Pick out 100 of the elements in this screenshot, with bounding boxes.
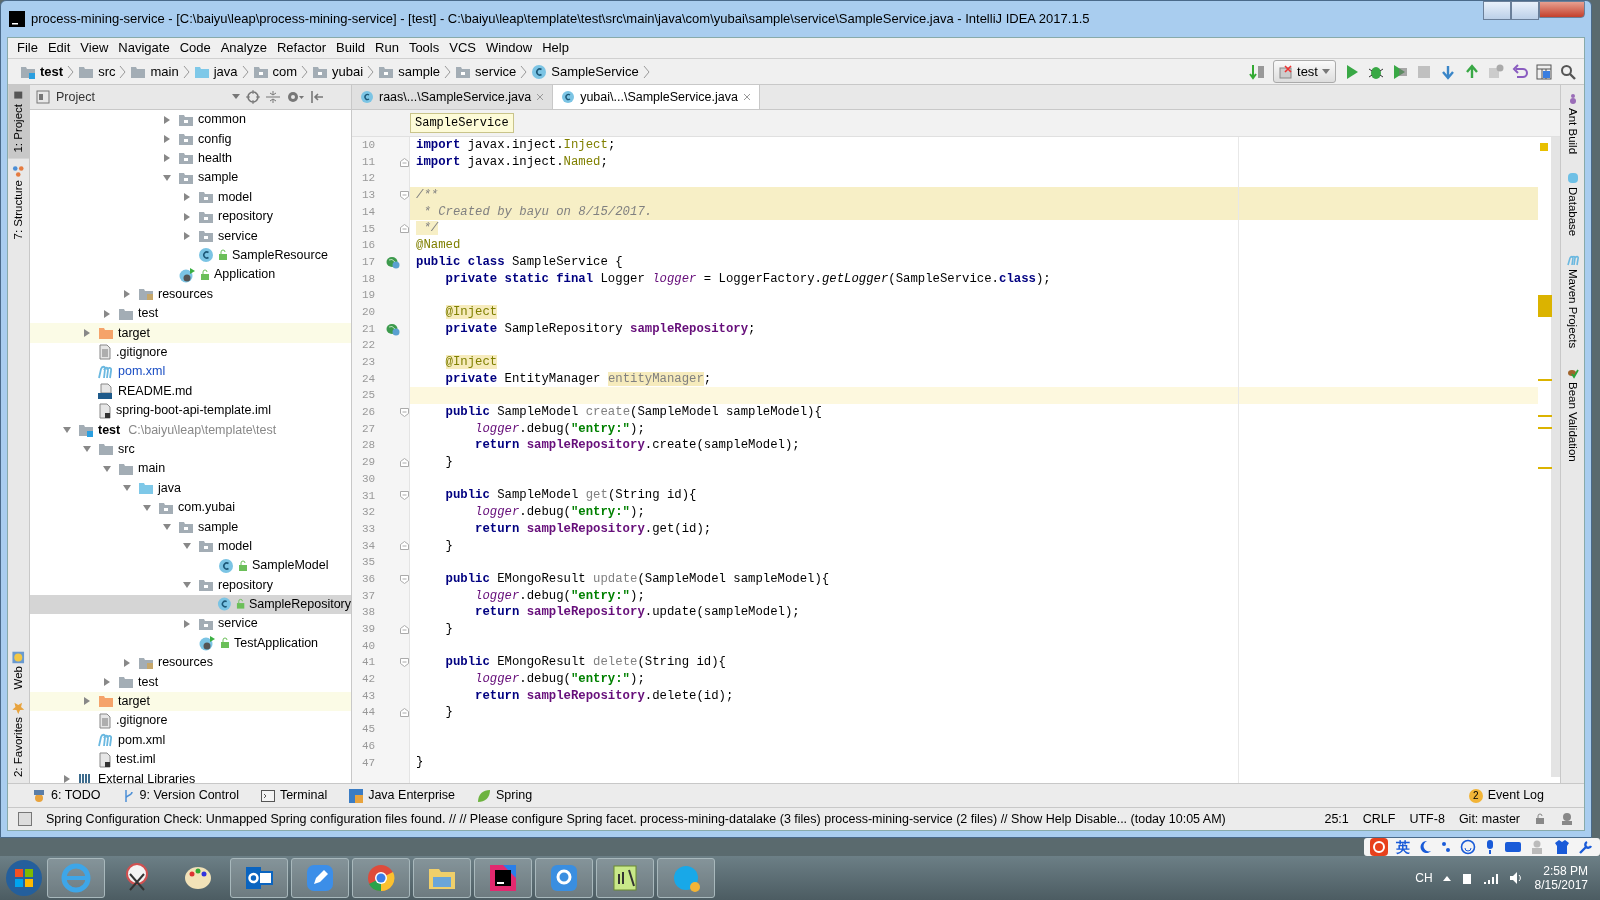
tool-window-tab[interactable]: 6: TODO [32, 786, 101, 805]
expand-arrow-icon[interactable] [182, 231, 192, 242]
chrome-ball-icon[interactable] [365, 862, 397, 894]
vcs-branch-selector[interactable]: Git: master [1458, 809, 1520, 829]
undo-icon[interactable] [1512, 63, 1528, 80]
tool-window-tab[interactable]: 7: Structure [8, 158, 30, 246]
tool-window-tab[interactable]: 1: Project [8, 85, 30, 159]
menu-item[interactable]: VCS [444, 38, 481, 58]
fold-marker-icon[interactable] [400, 407, 409, 417]
taskbar-button[interactable] [474, 858, 532, 898]
expand-arrow-icon[interactable] [102, 308, 112, 319]
menu-item[interactable]: Help [537, 38, 574, 58]
expand-arrow-icon[interactable] [182, 192, 192, 203]
shirt-icon[interactable] [1554, 839, 1570, 855]
tree-item[interactable]: src [30, 439, 351, 460]
moon-icon[interactable] [1418, 840, 1432, 854]
fold-marker-icon[interactable] [400, 658, 409, 668]
tree-item[interactable]: sample [30, 517, 351, 537]
tree-item[interactable]: repository [30, 206, 351, 227]
collapse-arrow-icon[interactable] [162, 172, 172, 183]
tree-item[interactable]: main [30, 459, 351, 479]
hide-panel-icon[interactable] [310, 90, 324, 104]
collapse-arrow-icon[interactable] [102, 463, 112, 474]
tree-item[interactable]: .gitignore [30, 711, 351, 731]
tree-item[interactable]: common [30, 110, 351, 130]
tree-item[interactable]: java [30, 478, 351, 498]
menu-item[interactable]: Tools [403, 38, 445, 58]
down-arrow-icon[interactable] [1440, 63, 1456, 80]
tree-item[interactable]: service [30, 226, 351, 246]
smiley-icon[interactable] [1460, 839, 1476, 855]
fold-marker-icon[interactable] [400, 541, 409, 551]
taskbar-button[interactable] [596, 858, 654, 898]
line-separator-selector[interactable]: CRLF [1362, 809, 1396, 829]
tree-item[interactable]: service [30, 614, 351, 634]
expand-arrow-icon[interactable] [162, 114, 172, 125]
minimize-button[interactable] [1483, 1, 1511, 20]
maximize-button[interactable] [1511, 1, 1539, 20]
tree-item[interactable]: test.iml [30, 749, 351, 770]
collapse-all-icon[interactable] [266, 90, 280, 104]
tree-item[interactable]: repository [30, 575, 351, 595]
menu-item[interactable]: Edit [42, 38, 76, 58]
editor-tab[interactable]: raas\...\SampleService.java [352, 85, 554, 109]
tool-window-tab[interactable]: 2 Event Log [1468, 786, 1544, 805]
bean-icon[interactable] [385, 321, 400, 336]
bean-icon[interactable] [385, 255, 400, 270]
tree-item[interactable]: SampleRepository [30, 594, 351, 615]
close-icon[interactable] [742, 93, 751, 101]
tree-item[interactable]: target [30, 691, 351, 712]
encoding-selector[interactable]: UTF-8 [1409, 809, 1445, 829]
breadcrumb-item[interactable]: test [16, 61, 68, 82]
tree-item[interactable]: resources [30, 652, 351, 673]
menu-item[interactable]: Navigate [113, 38, 175, 58]
signal-bars-icon[interactable] [1482, 871, 1499, 885]
gear-icon[interactable] [286, 90, 304, 104]
panel-toggle-icon[interactable] [18, 812, 32, 826]
tool-window-tab[interactable]: Java Enterprise [349, 786, 456, 805]
language-indicator[interactable]: CH [1415, 869, 1433, 887]
tree-item[interactable]: sample [30, 168, 351, 188]
clock[interactable]: 2:58 PM 8/15/2017 [1534, 863, 1588, 893]
tree-item[interactable]: SampleModel [30, 556, 351, 576]
tree-item[interactable]: health [30, 148, 351, 169]
run-configuration-dropdown[interactable]: test [1273, 59, 1336, 84]
microphone-icon[interactable] [1484, 839, 1496, 855]
punctuation-icon[interactable] [1440, 840, 1452, 854]
collapse-arrow-icon[interactable] [162, 521, 172, 532]
menu-item[interactable]: Refactor [271, 38, 332, 58]
breadcrumb-item[interactable]: yubai [308, 61, 368, 82]
tool-window-tab[interactable]: Web [8, 645, 30, 696]
expand-arrow-icon[interactable] [122, 289, 132, 300]
tool-window-tab[interactable]: 2: Favorites [8, 695, 30, 783]
tree-item[interactable]: com.yubai [30, 497, 351, 518]
inspector-icon[interactable] [1560, 812, 1574, 826]
fold-marker-icon[interactable] [400, 224, 409, 234]
tool-window-tab[interactable]: Database [1563, 172, 1582, 237]
sort-icon[interactable] [1249, 63, 1266, 80]
tree-item[interactable]: spring-boot-api-template.iml [30, 400, 351, 421]
menu-item[interactable]: Code [174, 38, 216, 58]
tree-item[interactable]: test C:\baiyu\leap\template\test [30, 420, 351, 440]
breadcrumb-item[interactable]: SampleService [410, 113, 514, 133]
breadcrumb-item[interactable]: main [126, 61, 183, 82]
pencil-note-icon[interactable] [304, 862, 336, 894]
close-button[interactable] [1539, 1, 1585, 18]
tool-window-tab[interactable]: 9: Version Control [122, 786, 239, 805]
fold-marker-icon[interactable] [400, 457, 409, 467]
tool-window-tab[interactable]: Bean Validation [1563, 366, 1582, 462]
tree-item[interactable]: test [30, 672, 351, 692]
tree-item[interactable]: SampleResource [30, 245, 351, 266]
tree-item[interactable]: target [30, 323, 351, 343]
expand-arrow-icon[interactable] [162, 134, 172, 145]
breadcrumb-item[interactable]: sample [374, 61, 445, 82]
search-icon[interactable] [1560, 63, 1576, 80]
expand-arrow-icon[interactable] [82, 328, 92, 338]
start-orb-icon[interactable] [4, 858, 44, 898]
caret-icon[interactable] [232, 94, 240, 100]
breadcrumb-item[interactable]: service [451, 61, 521, 82]
tree-item[interactable]: resources [30, 284, 351, 304]
expand-arrow-icon[interactable] [162, 153, 172, 164]
menu-item[interactable]: Build [331, 38, 370, 58]
tool-window-tab[interactable]: Spring [477, 786, 533, 805]
fold-marker-icon[interactable] [400, 624, 409, 634]
